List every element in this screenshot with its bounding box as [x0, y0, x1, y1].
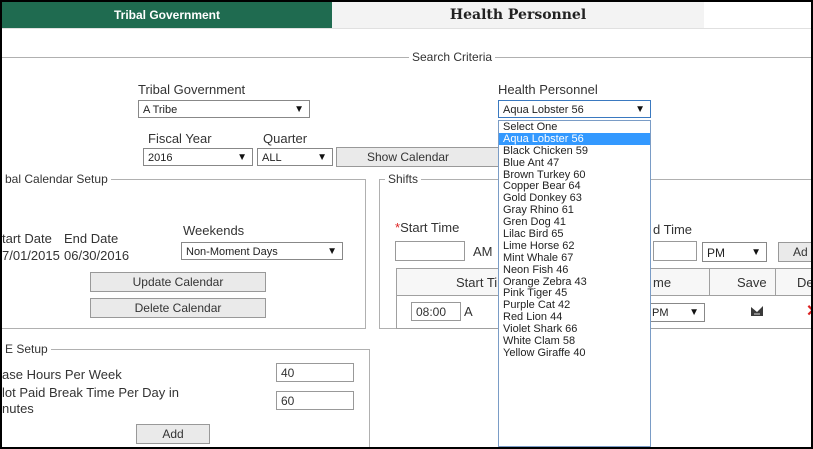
health-personnel-dropdown-list: Select One Aqua Lobster 56 Black Chicken 5… [498, 120, 651, 447]
start-date-value: 7/01/2015 [2, 248, 60, 263]
tribal-government-select[interactable]: A Tribe ▼ [138, 100, 310, 118]
start-ampm-value: AM [473, 244, 493, 259]
chevron-down-icon: ▼ [327, 246, 337, 257]
col-save-header: Save [737, 275, 767, 290]
dropdown-option[interactable]: Copper Bear 64 [499, 180, 650, 193]
start-time-label: *Start Time [395, 220, 459, 235]
end-ampm-value: PM [707, 246, 725, 260]
tribal-government-value: A Tribe [143, 104, 178, 116]
weekends-label: Weekends [183, 223, 245, 238]
fiscal-year-label: Fiscal Year [148, 131, 212, 146]
col-divider [709, 269, 710, 295]
end-time-input[interactable] [653, 241, 697, 261]
calendar-setup-legend: bal Calendar Setup [2, 172, 111, 186]
dropdown-option[interactable]: Lilac Bird 65 [499, 228, 650, 240]
quarter-value: ALL [262, 152, 282, 164]
health-personnel-value: Aqua Lobster 56 [503, 104, 584, 116]
tab-tribal-government[interactable]: Tribal Government [2, 2, 332, 28]
row-end-ampm-value: PM [652, 307, 669, 319]
tab-health-personnel[interactable]: Health Personnel [332, 2, 704, 28]
fte-setup-legend: E Setup [2, 342, 51, 356]
fiscal-year-select[interactable]: 2016 ▼ [143, 148, 253, 166]
delete-calendar-button[interactable]: Delete Calendar [90, 298, 266, 318]
dropdown-option[interactable]: Orange Zebra 43 [499, 276, 650, 288]
row-start-ampm: A [464, 304, 473, 319]
end-date-value: 06/30/2016 [64, 248, 130, 263]
dropdown-option[interactable]: Gren Dog 41 [499, 216, 650, 228]
chevron-down-icon: ▼ [689, 307, 699, 318]
chevron-down-icon: ▼ [751, 247, 761, 258]
start-date-label: tart Date [2, 231, 52, 246]
break-time-label: lot Paid Break Time Per Day in [2, 385, 180, 400]
fiscal-year-value: 2016 [148, 152, 173, 164]
app-frame: Tribal Government Health Personnel Searc… [2, 2, 811, 447]
show-calendar-button[interactable]: Show Calendar [336, 147, 500, 167]
dropdown-option[interactable]: White Clam 58 [499, 335, 650, 347]
health-personnel-select[interactable]: Aqua Lobster 56 ▼ [498, 100, 651, 118]
col-divider [775, 269, 776, 295]
col-delete-header: De [797, 275, 811, 290]
row-end-ampm-select[interactable]: PM ▼ [647, 303, 705, 322]
chevron-down-icon: ▼ [237, 152, 247, 163]
weekends-select[interactable]: Non-Moment Days ▼ [181, 242, 343, 260]
search-criteria-legend: Search Criteria [409, 50, 496, 64]
tribal-government-label: Tribal Government [138, 82, 246, 97]
dropdown-option[interactable]: Neon Fish 46 [499, 264, 650, 276]
shifts-legend: Shifts [385, 172, 422, 186]
save-icon[interactable] [750, 304, 764, 318]
chevron-down-icon: ▼ [317, 152, 327, 163]
quarter-label: Quarter [263, 131, 308, 146]
dropdown-option[interactable]: Select One [499, 121, 650, 133]
add-fte-button[interactable]: Add [136, 424, 210, 444]
base-hours-label: ase Hours Per Week [2, 367, 122, 382]
dropdown-option[interactable]: Gray Rhino 61 [499, 204, 650, 216]
tab-bar: Tribal Government Health Personnel [2, 2, 811, 29]
dropdown-option[interactable]: Brown Turkey 60 [499, 169, 650, 181]
add-shift-button[interactable]: Ad [778, 242, 811, 262]
chevron-down-icon: ▼ [635, 104, 645, 115]
chevron-down-icon: ▼ [294, 104, 304, 115]
dropdown-option[interactable]: Mint Whale 67 [499, 252, 650, 264]
update-calendar-button[interactable]: Update Calendar [90, 272, 266, 292]
break-time-label-cont: nutes [2, 401, 34, 416]
dropdown-option[interactable]: Yellow Giraffe 40 [499, 347, 650, 359]
break-time-input[interactable]: 60 [276, 391, 354, 410]
dropdown-option[interactable]: Pink Tiger 45 [499, 287, 650, 300]
dropdown-option[interactable]: Violet Shark 66 [499, 323, 650, 335]
dropdown-option[interactable]: Blue Ant 47 [499, 157, 650, 169]
end-time-label: d Time [653, 222, 693, 237]
end-ampm-select[interactable]: PM ▼ [702, 242, 767, 262]
quarter-select[interactable]: ALL ▼ [257, 148, 333, 166]
start-time-input[interactable] [395, 241, 465, 261]
base-hours-input[interactable]: 40 [276, 363, 354, 382]
row-start-time-input[interactable]: 08:00 [411, 302, 461, 321]
dropdown-option[interactable]: Gold Donkey 63 [499, 192, 650, 204]
dropdown-option[interactable]: Red Lion 44 [499, 311, 650, 323]
dropdown-option[interactable]: Purple Cat 42 [499, 299, 650, 311]
col-end-time-header: me [653, 275, 672, 290]
dropdown-option[interactable]: Lime Horse 62 [499, 240, 650, 252]
dropdown-option[interactable]: Aqua Lobster 56 [499, 132, 650, 145]
dropdown-option[interactable]: Black Chicken 59 [499, 145, 650, 157]
health-personnel-label: Health Personnel [498, 82, 598, 97]
end-date-label: End Date [64, 231, 119, 246]
start-time-label-text: Start Time [400, 220, 460, 235]
delete-icon[interactable]: ✕ [806, 301, 811, 321]
weekends-value: Non-Moment Days [186, 246, 278, 258]
